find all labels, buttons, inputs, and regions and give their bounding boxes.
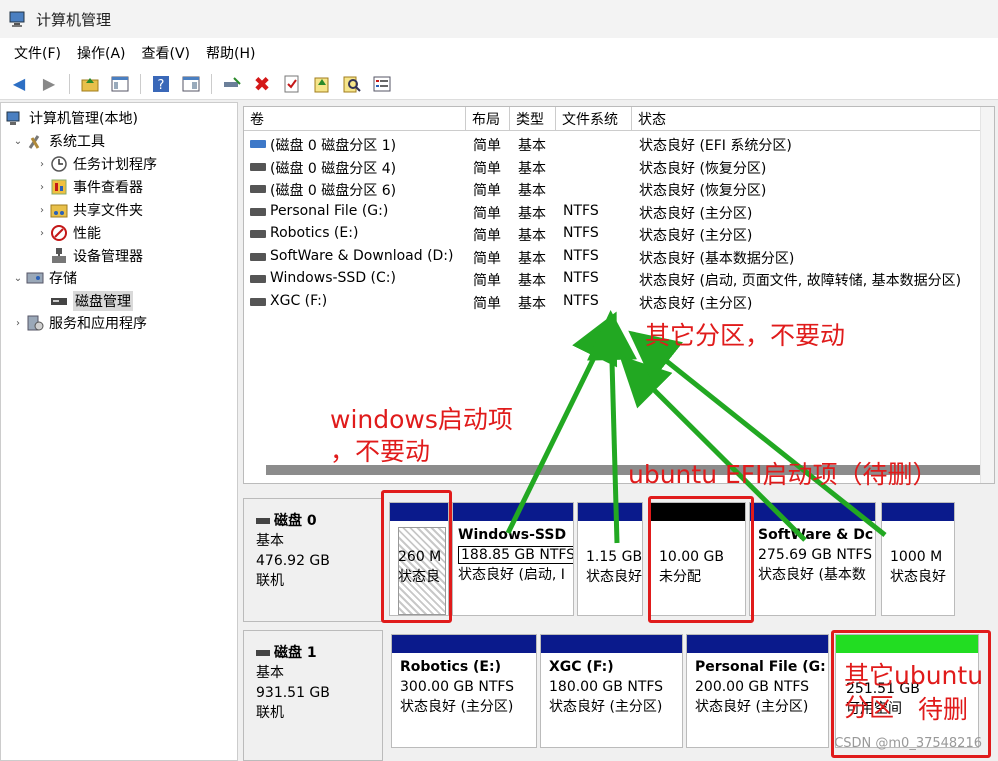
title-bar: 计算机管理 <box>0 0 998 38</box>
event-viewer-icon <box>49 178 69 196</box>
menu-action[interactable]: 操作(A) <box>69 43 134 63</box>
disk-icon <box>256 518 270 524</box>
table-row[interactable]: Personal File (G:) 简单 基本 NTFS 状态良好 (主分区) <box>244 201 994 224</box>
show-hide-tree-icon[interactable] <box>107 72 133 96</box>
up-folder-icon[interactable] <box>77 72 103 96</box>
annotation-other-ubuntu-line2: 分区 <box>844 693 895 722</box>
tree-item-task-scheduler[interactable]: › 任务计划程序 <box>35 153 157 175</box>
menu-view[interactable]: 查看(V) <box>134 43 199 63</box>
clock-icon <box>49 155 69 173</box>
chevron-down-icon[interactable]: ⌄ <box>11 136 25 147</box>
vertical-scrollbar[interactable] <box>980 107 994 483</box>
disk-management-icon <box>49 292 69 310</box>
column-header-layout[interactable]: 布局 <box>466 107 510 131</box>
partition-robotics[interactable]: Robotics (E:) 300.00 GB NTFS 状态良好 (主分区) <box>391 634 537 748</box>
volume-icon <box>250 207 266 216</box>
toolbar: ◀ ▶ ? ✖ <box>0 68 998 100</box>
tree-item-storage[interactable]: ⌄ 存储 <box>11 267 77 289</box>
tree-item-disk-management[interactable]: 磁盘管理 <box>35 290 133 312</box>
table-row[interactable]: (磁盘 0 磁盘分区 1) 简单 基本 状态良好 (EFI 系统分区) <box>244 133 994 156</box>
volume-icon <box>250 162 266 171</box>
partition-recovery-2[interactable]: 1000 M 状态良好 <box>881 502 955 616</box>
table-row[interactable]: (磁盘 0 磁盘分区 4) 简单 基本 状态良好 (恢复分区) <box>244 156 994 179</box>
storage-icon <box>25 269 45 287</box>
menu-file[interactable]: 文件(F) <box>6 43 69 63</box>
list-view-icon[interactable] <box>369 72 395 96</box>
volume-icon <box>250 140 266 148</box>
annotation-other-ubuntu-line1: 其它ubuntu <box>844 661 984 690</box>
watermark: CSDN @m0_37548216 <box>834 736 982 751</box>
partition-xgc[interactable]: XGC (F:) 180.00 GB NTFS 状态良好 (主分区) <box>540 634 683 748</box>
volume-icon <box>250 275 266 283</box>
disk-1-label[interactable]: 磁盘 1 基本 931.51 GB 联机 <box>243 630 383 761</box>
forward-arrow-icon[interactable]: ▶ <box>36 72 62 96</box>
tree-item-shared-folders[interactable]: › 共享文件夹 <box>35 199 143 221</box>
back-arrow-icon[interactable]: ◀ <box>6 72 32 96</box>
menu-bar: 文件(F) 操作(A) 查看(V) 帮助(H) <box>0 38 998 68</box>
table-row[interactable]: Windows-SSD (C:) 简单 基本 NTFS 状态良好 (启动, 页面… <box>244 268 994 291</box>
chevron-right-icon[interactable]: › <box>35 159 49 170</box>
computer-management-icon <box>8 9 28 29</box>
tree-item-performance[interactable]: › 性能 <box>35 222 101 244</box>
services-icon <box>25 314 45 332</box>
disk-icon <box>256 650 270 656</box>
navigation-tree: 计算机管理(本地) ⌄ 系统工具 › 任务计划程序 › 事件查看器 › 共享文件… <box>0 102 238 761</box>
annotation-windows-boot-line2: ，不要动 <box>330 437 431 466</box>
performance-icon <box>49 224 69 242</box>
table-row[interactable]: (磁盘 0 磁盘分区 6) 简单 基本 状态良好 (恢复分区) <box>244 178 994 201</box>
help-icon[interactable]: ? <box>148 72 174 96</box>
check-properties-icon[interactable] <box>279 72 305 96</box>
column-header-status[interactable]: 状态 <box>632 107 982 131</box>
chevron-right-icon[interactable]: › <box>35 182 49 193</box>
volume-icon <box>250 297 266 306</box>
partition-recovery[interactable]: 1.15 GB 状态良好 <box>577 502 643 616</box>
chevron-down-icon[interactable]: ⌄ <box>11 273 25 284</box>
partition-software[interactable]: SoftWare & Dc 275.69 GB NTFS 状态良好 (基本数 <box>749 502 876 616</box>
window-title: 计算机管理 <box>36 10 112 29</box>
annotation-other-partitions: 其它分区，不要动 <box>645 321 846 350</box>
volume-icon <box>250 252 266 261</box>
table-row[interactable]: XGC (F:) 简单 基本 NTFS 状态良好 (主分区) <box>244 291 994 314</box>
partition-personal-file[interactable]: Personal File (G: 200.00 GB NTFS 状态良好 (主… <box>686 634 829 748</box>
column-header-type[interactable]: 类型 <box>510 107 556 131</box>
toolbar-separator <box>211 73 212 94</box>
chevron-right-icon[interactable]: › <box>35 205 49 216</box>
tree-item-device-manager[interactable]: 设备管理器 <box>35 245 143 267</box>
search-icon[interactable] <box>339 72 365 96</box>
chevron-right-icon[interactable]: › <box>11 318 25 329</box>
device-manager-icon <box>49 247 69 265</box>
svg-text:?: ? <box>158 78 165 93</box>
shared-folder-icon <box>49 201 69 219</box>
annotation-box-ubuntu-efi <box>648 496 754 623</box>
annotation-ubuntu-efi: ubuntu EFI启动项（待删） <box>628 460 938 489</box>
properties-pane-icon[interactable] <box>178 72 204 96</box>
delete-icon[interactable]: ✖ <box>249 72 275 96</box>
tools-icon <box>25 132 45 150</box>
tree-item-event-viewer[interactable]: › 事件查看器 <box>35 176 143 198</box>
connect-icon[interactable] <box>219 72 245 96</box>
computer-management-icon <box>5 109 25 127</box>
menu-help[interactable]: 帮助(H) <box>198 43 263 63</box>
volume-icon <box>250 185 266 193</box>
disk-0-label[interactable]: 磁盘 0 基本 476.92 GB 联机 <box>243 498 383 622</box>
annotation-other-ubuntu-line3: 待删 <box>918 695 969 724</box>
toolbar-separator <box>69 73 70 94</box>
chevron-right-icon[interactable]: › <box>35 228 49 239</box>
partition-windows-ssd[interactable]: Windows-SSD 188.85 GB NTFS 状态良好 (启动, I <box>452 502 574 616</box>
column-header-filesystem[interactable]: 文件系统 <box>556 107 632 131</box>
tree-item-system-tools[interactable]: ⌄ 系统工具 <box>11 130 105 152</box>
tree-item-services[interactable]: › 服务和应用程序 <box>11 312 147 334</box>
table-row[interactable]: SoftWare & Download (D:) 简单 基本 NTFS 状态良好… <box>244 246 994 269</box>
column-header-volume[interactable]: 卷 <box>244 107 466 131</box>
table-row[interactable]: Robotics (E:) 简单 基本 NTFS 状态良好 (主分区) <box>244 223 994 246</box>
annotation-windows-boot-line1: windows启动项 <box>330 405 513 434</box>
tree-item-root[interactable]: 计算机管理(本地) <box>5 107 138 129</box>
toolbar-separator <box>140 73 141 94</box>
volume-icon <box>250 230 266 238</box>
upload-icon[interactable] <box>309 72 335 96</box>
